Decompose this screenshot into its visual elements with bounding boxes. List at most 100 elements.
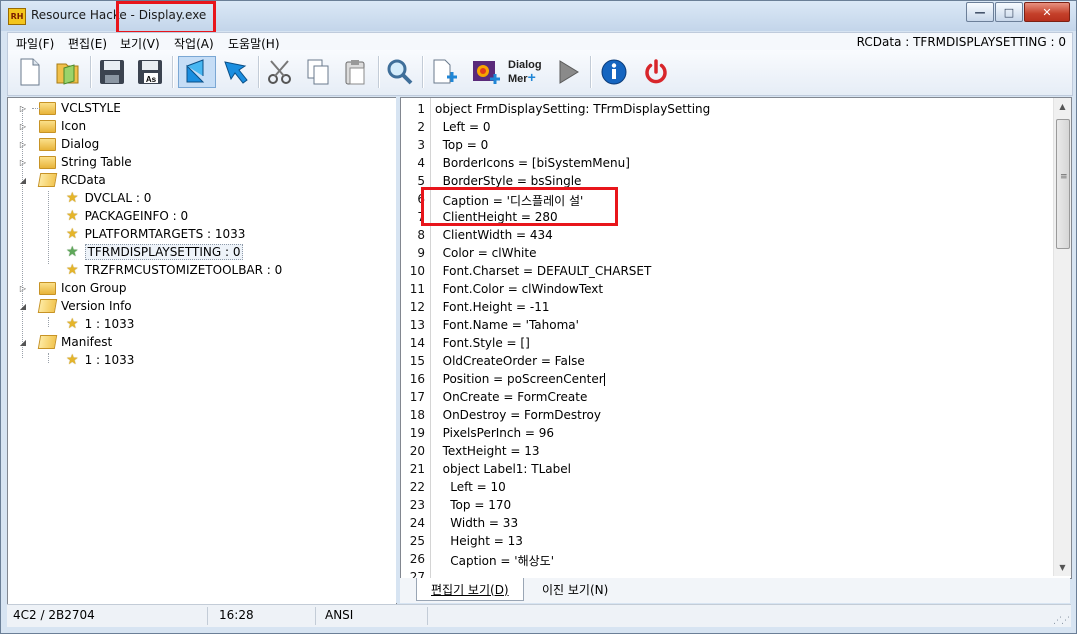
power-icon[interactable]	[640, 56, 672, 88]
collapse-arrow-icon[interactable]: ◢	[18, 302, 28, 311]
tree-item-label: Dialog	[61, 137, 100, 151]
script-editor[interactable]: 1 2 3 4 5 6 7 8 9 10 11 12 13 14 15 16 17 18 19 20 21 22 23 24 2…	[400, 97, 1072, 579]
tree-item-dvclal[interactable]: ★ DVCLAL : 0	[66, 189, 151, 207]
code-line[interactable]: Font.Color = clWindowText	[435, 282, 603, 296]
tree-item-icon[interactable]: ▷ Icon	[18, 117, 86, 135]
new-file-icon[interactable]	[14, 56, 46, 88]
tree-item-label: Icon	[61, 119, 87, 133]
resize-grip-icon[interactable]: ⋰⋰	[1053, 616, 1070, 626]
maximize-button[interactable]: □	[995, 2, 1023, 22]
toolbar-separator	[258, 56, 260, 88]
tree-item-tfrmdisplaysetting[interactable]: ★ TFRMDISPLAYSETTING : 0	[66, 243, 244, 261]
tree-item-dialog[interactable]: ▷ Dialog	[18, 135, 99, 153]
line-number: 11	[409, 282, 425, 296]
code-line[interactable]: Caption = '해상도'	[435, 552, 554, 569]
info-icon[interactable]	[598, 56, 630, 88]
expand-arrow-icon[interactable]: ▷	[18, 140, 28, 149]
code-line[interactable]: OnDestroy = FormDestroy	[435, 408, 601, 422]
tree-item-vclstyle[interactable]: ▷ VCLSTYLE	[18, 99, 121, 117]
code-line[interactable]: object FrmDisplaySetting: TFrmDisplaySet…	[435, 102, 710, 116]
code-line[interactable]: TextHeight = 13	[435, 444, 540, 458]
play-icon[interactable]	[552, 56, 584, 88]
status-encoding: ANSI	[325, 608, 354, 622]
close-button[interactable]: ✕	[1024, 2, 1070, 22]
code-line[interactable]: Top = 170	[435, 498, 511, 512]
tree-item-version-1033[interactable]: ★ 1 : 1033	[66, 315, 134, 333]
status-offset: 4C2 / 2B2704	[13, 608, 95, 622]
open-file-icon[interactable]	[52, 56, 84, 88]
code-line[interactable]: Font.Name = 'Tahoma'	[435, 318, 579, 332]
tree-item-label: Manifest	[61, 335, 113, 349]
vertical-scrollbar[interactable]: ▲ ≡ ▼	[1053, 98, 1071, 576]
expand-arrow-icon[interactable]: ▷	[18, 158, 28, 167]
scrollbar-thumb[interactable]: ≡	[1056, 119, 1070, 249]
minimize-button[interactable]: —	[966, 2, 994, 22]
line-number: 16	[409, 372, 425, 386]
tab-binary-view[interactable]: 이진 보기(N)	[528, 578, 622, 600]
add-resource-icon[interactable]	[428, 56, 460, 88]
save-as-icon[interactable]: As	[134, 56, 166, 88]
tree-item-manifest-1033[interactable]: ★ 1 : 1033	[66, 351, 134, 369]
copy-icon[interactable]	[302, 56, 334, 88]
compile-script-icon[interactable]	[178, 56, 216, 88]
scroll-up-icon[interactable]: ▲	[1054, 98, 1071, 115]
toolbar-separator	[90, 56, 92, 88]
plus-icon: +	[527, 69, 536, 85]
tree-item-label: DVCLAL : 0	[84, 191, 152, 205]
expand-arrow-icon[interactable]: ▷	[18, 104, 28, 113]
code-line[interactable]: Font.Style = []	[435, 336, 530, 350]
add-image-icon[interactable]	[470, 56, 502, 88]
code-line[interactable]: Font.Charset = DEFAULT_CHARSET	[435, 264, 652, 278]
code-line[interactable]: Color = clWhite	[435, 246, 537, 260]
tree-item-version-info[interactable]: ◢ Version Info	[18, 297, 132, 315]
dialog-merger-button[interactable]: Dialog Mer+	[508, 56, 548, 88]
folder-icon	[39, 119, 56, 133]
paste-icon[interactable]	[340, 56, 372, 88]
code-line[interactable]: Position = poScreenCenter	[435, 372, 605, 386]
folder-icon	[39, 101, 56, 115]
status-divider	[207, 607, 208, 625]
code-line[interactable]: object Label1: TLabel	[435, 462, 571, 476]
resource-tree[interactable]: ▷ VCLSTYLE ▷ Icon ▷ Dialog ▷ String Table ◢ R…	[7, 97, 397, 605]
tree-guide-line	[48, 191, 49, 264]
tab-editor-view[interactable]: 편집기 보기(D)	[416, 578, 524, 601]
line-number: 18	[409, 408, 425, 422]
tree-item-platformtargets[interactable]: ★ PLATFORMTARGETS : 1033	[66, 225, 245, 243]
code-line[interactable]: BorderIcons = [biSystemMenu]	[435, 156, 630, 170]
tree-item-label: TRZFRMCUSTOMIZETOOLBAR : 0	[84, 263, 283, 277]
code-line[interactable]: Width = 33	[435, 516, 518, 530]
code-line[interactable]: Left = 0	[435, 120, 491, 134]
app-icon[interactable]: RH	[8, 8, 26, 25]
tree-item-trzfrmcustomizetoolbar[interactable]: ★ TRZFRMCUSTOMIZETOOLBAR : 0	[66, 261, 282, 279]
code-line[interactable]: Left = 10	[435, 480, 506, 494]
tree-item-manifest[interactable]: ◢ Manifest	[18, 333, 112, 351]
cut-icon[interactable]	[264, 56, 296, 88]
code-line[interactable]: ClientWidth = 434	[435, 228, 553, 242]
line-number: 12	[409, 300, 425, 314]
expand-arrow-icon[interactable]: ▷	[18, 284, 28, 293]
code-line[interactable]: Font.Height = -11	[435, 300, 550, 314]
collapse-arrow-icon[interactable]: ◢	[18, 338, 28, 347]
caption-buttons: — □ ✕	[965, 2, 1070, 22]
toolbar-separator	[172, 56, 174, 88]
code-line[interactable]: PixelsPerInch = 96	[435, 426, 554, 440]
tree-item-label: String Table	[61, 155, 132, 169]
collapse-arrow-icon[interactable]: ◢	[18, 176, 28, 185]
title-bar[interactable]: RH Resource Hacke - Display.exe — □ ✕	[1, 1, 1076, 34]
tree-item-rcdata[interactable]: ◢ RCData	[18, 171, 106, 189]
run-script-icon[interactable]	[220, 56, 252, 88]
save-icon[interactable]	[96, 56, 128, 88]
code-line[interactable]: BorderStyle = bsSingle	[435, 174, 582, 188]
tree-item-string-table[interactable]: ▷ String Table	[18, 153, 132, 171]
tree-item-icon-group[interactable]: ▷ Icon Group	[18, 279, 127, 297]
tree-item-packageinfo[interactable]: ★ PACKAGEINFO : 0	[66, 207, 188, 225]
code-line[interactable]: Height = 13	[435, 534, 523, 548]
code-line[interactable]: OnCreate = FormCreate	[435, 390, 588, 404]
search-icon[interactable]	[384, 56, 416, 88]
expand-arrow-icon[interactable]: ▷	[18, 122, 28, 131]
star-icon: ★	[66, 352, 79, 368]
scroll-down-icon[interactable]: ▼	[1054, 559, 1071, 576]
code-line[interactable]: OldCreateOrder = False	[435, 354, 585, 368]
code-line[interactable]: Top = 0	[435, 138, 489, 152]
line-number: 13	[409, 318, 425, 332]
